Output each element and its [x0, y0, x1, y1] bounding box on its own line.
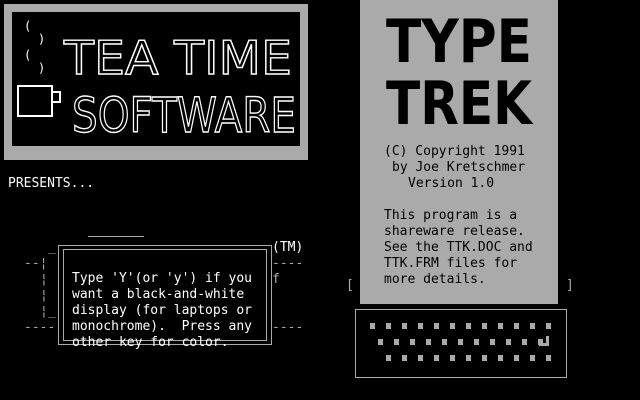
author-text: by Joe Kretschmer [392, 160, 526, 175]
keyboard-key [394, 339, 399, 345]
dialog-prompt: Type 'Y'(or 'y') if you want a black-and-… [72, 255, 252, 367]
description-line: more details. [384, 272, 486, 287]
frame-ascii: --¦ [24, 256, 48, 271]
dialog-line: monochrome). Press any [72, 319, 253, 334]
frame-ascii: ¦_ [40, 304, 56, 319]
dialog-line: other key for color. [72, 335, 229, 350]
trademark-label: (TM) [272, 240, 304, 255]
frame-ascii: ---- [24, 320, 56, 335]
keyboard-key [522, 339, 527, 345]
keyboard-key [466, 355, 471, 361]
frame-ascii: _ [48, 240, 56, 255]
keyboard-key [378, 339, 383, 345]
frame-ascii: ---- [272, 256, 304, 271]
keyboard-key [434, 323, 439, 329]
dialog-line: Type 'Y'(or 'y') if you [72, 271, 253, 286]
keyboard-key [514, 323, 519, 329]
description-line: This program is a [384, 208, 518, 223]
keyboard-key [490, 339, 495, 345]
dialog-line: want a black-and-white [72, 287, 245, 302]
keyboard-key [402, 323, 407, 329]
keyboard-key [370, 323, 375, 329]
teacup-icon [17, 85, 61, 117]
keyboard-key [442, 339, 447, 345]
logo-line-2: SOFTWARE [72, 88, 296, 144]
frame-line [88, 236, 144, 237]
keyboard-key [418, 323, 423, 329]
presents-label: PRESENTS... [8, 176, 95, 191]
keyboard-key [466, 323, 471, 329]
frame-ascii: ¦ [40, 288, 48, 303]
keyboard-key [450, 323, 455, 329]
keyboard-key [474, 339, 479, 345]
copyright-text: (C) Copyright 1991 [384, 144, 525, 159]
keyboard-key [426, 339, 431, 345]
product-title-line-2: TREK [386, 69, 534, 130]
steam-icon: ) [38, 32, 45, 46]
description-line: See the TTK.DOC and [384, 240, 533, 255]
keyboard-key [482, 355, 487, 361]
keyboard-key [514, 355, 519, 361]
dialog-line: display (for laptops or [72, 303, 253, 318]
keyboard-key [498, 355, 503, 361]
description-line: shareware release. [384, 224, 525, 239]
keyboard-key [546, 323, 551, 329]
version-text: Version 1.0 [408, 176, 495, 191]
steam-icon: ( [24, 48, 31, 62]
keyboard-key [498, 323, 503, 329]
steam-icon: ( [24, 19, 31, 33]
frame-ascii: ¦ [40, 272, 48, 287]
keyboard-key [386, 355, 391, 361]
keyboard-key [546, 355, 551, 361]
keyboard-key [386, 323, 391, 329]
product-title-graphic: TYPE TREK [386, 7, 534, 130]
product-title-line-1: TYPE [386, 7, 532, 77]
keyboard-key [450, 355, 455, 361]
logo-line-1: TEA TIME [63, 31, 292, 85]
teatime-logo-graphic: ( ) ( ) TEA TIME SOFTWARE [17, 19, 297, 145]
keyboard-key [418, 355, 423, 361]
description-line: TTK.FRM files for [384, 256, 518, 271]
keyboard-key [410, 339, 415, 345]
keyboard-key [458, 339, 463, 345]
frame-ascii: ---- [272, 320, 304, 335]
keyboard-key [506, 339, 511, 345]
keyboard-key [530, 323, 535, 329]
enter-key-icon [539, 336, 549, 346]
left-bracket: [ [346, 278, 354, 293]
keyboard-key [482, 323, 487, 329]
keyboard-key [530, 355, 535, 361]
right-bracket: ] [566, 278, 574, 293]
keyboard-key [434, 355, 439, 361]
steam-icon: ) [38, 61, 45, 75]
keyboard-key [402, 355, 407, 361]
frame-ascii: f [272, 272, 280, 287]
